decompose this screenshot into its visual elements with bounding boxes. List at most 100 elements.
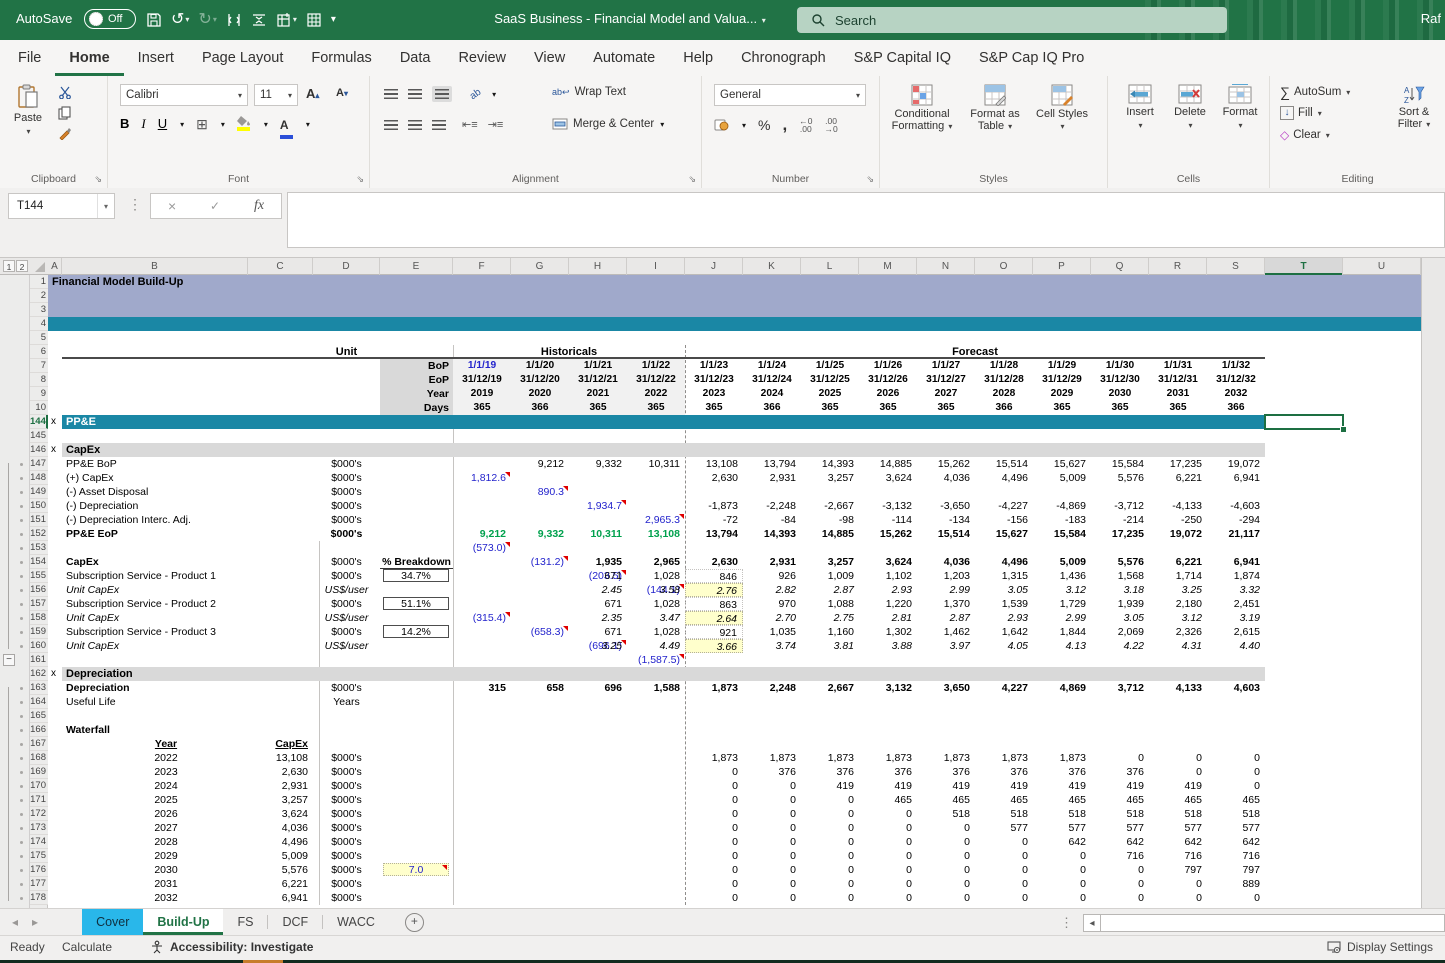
cell-E9[interactable]: Year	[380, 387, 453, 401]
formula-input[interactable]	[287, 192, 1445, 248]
cell-P148[interactable]: 5,009	[1033, 471, 1091, 485]
name-box-dropdown-icon[interactable]: ▾	[97, 194, 114, 218]
cell-M8[interactable]: 31/12/26	[859, 373, 917, 387]
cell-K171[interactable]: 0	[743, 793, 801, 807]
cell-C170[interactable]: 2,931	[248, 779, 313, 793]
column-header-C[interactable]: C	[248, 258, 313, 275]
cell-Q168[interactable]: 0	[1091, 751, 1149, 765]
decrease-decimal-icon[interactable]: .00→0	[824, 117, 837, 133]
cell-G149[interactable]: (131.2)	[511, 555, 569, 569]
cell-O177[interactable]: 0	[975, 877, 1033, 891]
cell-L151[interactable]: -98	[801, 513, 859, 527]
cell-R160[interactable]: 4.31	[1149, 639, 1207, 653]
cell-B146[interactable]: CapEx	[62, 443, 248, 457]
cell-B148[interactable]: (+) CapEx	[62, 471, 248, 485]
cell-H9[interactable]: 2021	[569, 387, 627, 401]
cell-R8[interactable]: 31/12/31	[1149, 373, 1207, 387]
clipboard-launcher-icon[interactable]: ⇘	[94, 174, 102, 185]
column-header-L[interactable]: L	[801, 258, 859, 275]
cell-P147[interactable]: 15,627	[1033, 457, 1091, 471]
cell-K9[interactable]: 2024	[743, 387, 801, 401]
cell-J155[interactable]: 846	[685, 569, 743, 583]
cell-M169[interactable]: 376	[859, 765, 917, 779]
cell-K160[interactable]: 3.74	[743, 639, 801, 653]
column-header-A[interactable]: A	[48, 258, 62, 275]
cell-M152[interactable]: 15,262	[859, 527, 917, 541]
row-header-171[interactable]: 171	[30, 793, 48, 807]
wrap-text-button[interactable]: ab↩ Wrap Text	[552, 86, 626, 98]
underline-button[interactable]: U	[158, 116, 167, 131]
cell-B160[interactable]: Unit CapEx	[62, 639, 248, 653]
cell-C172[interactable]: 3,624	[248, 807, 313, 821]
cell-S170[interactable]: 0	[1207, 779, 1265, 793]
cell-L169[interactable]: 376	[801, 765, 859, 779]
cell-E154[interactable]: % Breakdown	[380, 555, 453, 569]
cell-R157[interactable]: 2,180	[1149, 597, 1207, 611]
cut-icon[interactable]	[58, 86, 72, 99]
cell-I152[interactable]: 13,108	[627, 527, 685, 541]
next-sheet-icon[interactable]: ▸	[32, 915, 38, 929]
row-header-152[interactable]: 152	[30, 527, 48, 541]
format-as-table-button[interactable]: Format as Table ▾	[962, 84, 1028, 133]
cell-R175[interactable]: 716	[1149, 849, 1207, 863]
cell-K177[interactable]: 0	[743, 877, 801, 891]
cell-B169[interactable]: 2023	[140, 765, 192, 779]
cell-G7[interactable]: 1/1/20	[511, 359, 569, 373]
shrink-font-icon[interactable]: A▾	[336, 87, 348, 99]
cell-H156[interactable]: 2.45	[569, 583, 627, 597]
cell-R170[interactable]: 419	[1149, 779, 1207, 793]
save-icon[interactable]	[146, 12, 162, 28]
cell-R171[interactable]: 465	[1149, 793, 1207, 807]
cell-O170[interactable]: 419	[975, 779, 1033, 793]
cell-D159[interactable]: $000's	[313, 625, 380, 639]
column-header-D[interactable]: D	[313, 258, 380, 275]
cell-D173[interactable]: $000's	[313, 821, 380, 835]
column-header-M[interactable]: M	[859, 258, 917, 275]
cell-I148[interactable]: 2,965.3	[627, 513, 685, 527]
cell-K147[interactable]: 13,794	[743, 457, 801, 471]
cell-E6[interactable]	[380, 345, 453, 359]
cell-O157[interactable]: 1,539	[975, 597, 1033, 611]
cell-S163[interactable]: 4,603	[1207, 681, 1265, 695]
cell-D177[interactable]: $000's	[313, 877, 380, 891]
italic-button[interactable]: I	[141, 116, 145, 132]
cell-L148[interactable]: 3,257	[801, 471, 859, 485]
cell-M150[interactable]: -3,132	[859, 499, 917, 513]
cell-N7[interactable]: 1/1/27	[917, 359, 975, 373]
cell-J7[interactable]: 1/1/23	[685, 359, 743, 373]
cell-M148[interactable]: 3,624	[859, 471, 917, 485]
cell-P170[interactable]: 419	[1033, 779, 1091, 793]
cell-L159[interactable]: 1,160	[801, 625, 859, 639]
cell-N172[interactable]: 518	[917, 807, 975, 821]
cell-D149[interactable]: $000's	[313, 485, 380, 499]
cell-J178[interactable]: 0	[685, 891, 743, 905]
cell-O171[interactable]: 465	[975, 793, 1033, 807]
conditional-formatting-button[interactable]: Conditional Formatting ▾	[886, 84, 958, 133]
cell-L174[interactable]: 0	[801, 835, 859, 849]
cell-O160[interactable]: 4.05	[975, 639, 1033, 653]
cell-C169[interactable]: 2,630	[248, 765, 313, 779]
cell-H148[interactable]: 1,934.7	[569, 499, 627, 513]
row-header-177[interactable]: 177	[30, 877, 48, 891]
row-header-8[interactable]: 8	[30, 373, 48, 387]
row-header-170[interactable]: 170	[30, 779, 48, 793]
format-cells-button[interactable]: Format▾	[1218, 84, 1262, 132]
cell-Q159[interactable]: 2,069	[1091, 625, 1149, 639]
cell-C6[interactable]	[248, 345, 313, 359]
cell-R178[interactable]: 0	[1149, 891, 1207, 905]
row-header-165[interactable]: 165	[30, 709, 48, 723]
cell-N157[interactable]: 1,370	[917, 597, 975, 611]
cell-G148[interactable]: 890.3	[511, 485, 569, 499]
cell-K175[interactable]: 0	[743, 849, 801, 863]
cell-D178[interactable]: $000's	[313, 891, 380, 905]
cell-J177[interactable]: 0	[685, 877, 743, 891]
cell-K150[interactable]: -2,248	[743, 499, 801, 513]
row-header-4[interactable]: 4	[30, 317, 48, 331]
column-header-N[interactable]: N	[917, 258, 975, 275]
cell-D158[interactable]: US$/user	[313, 611, 380, 625]
cell-L9[interactable]: 2025	[801, 387, 859, 401]
user-name[interactable]: Raf	[1421, 11, 1441, 26]
cell-C167[interactable]: CapEx	[248, 737, 313, 751]
cell-D174[interactable]: $000's	[313, 835, 380, 849]
cell-S176[interactable]: 797	[1207, 863, 1265, 877]
